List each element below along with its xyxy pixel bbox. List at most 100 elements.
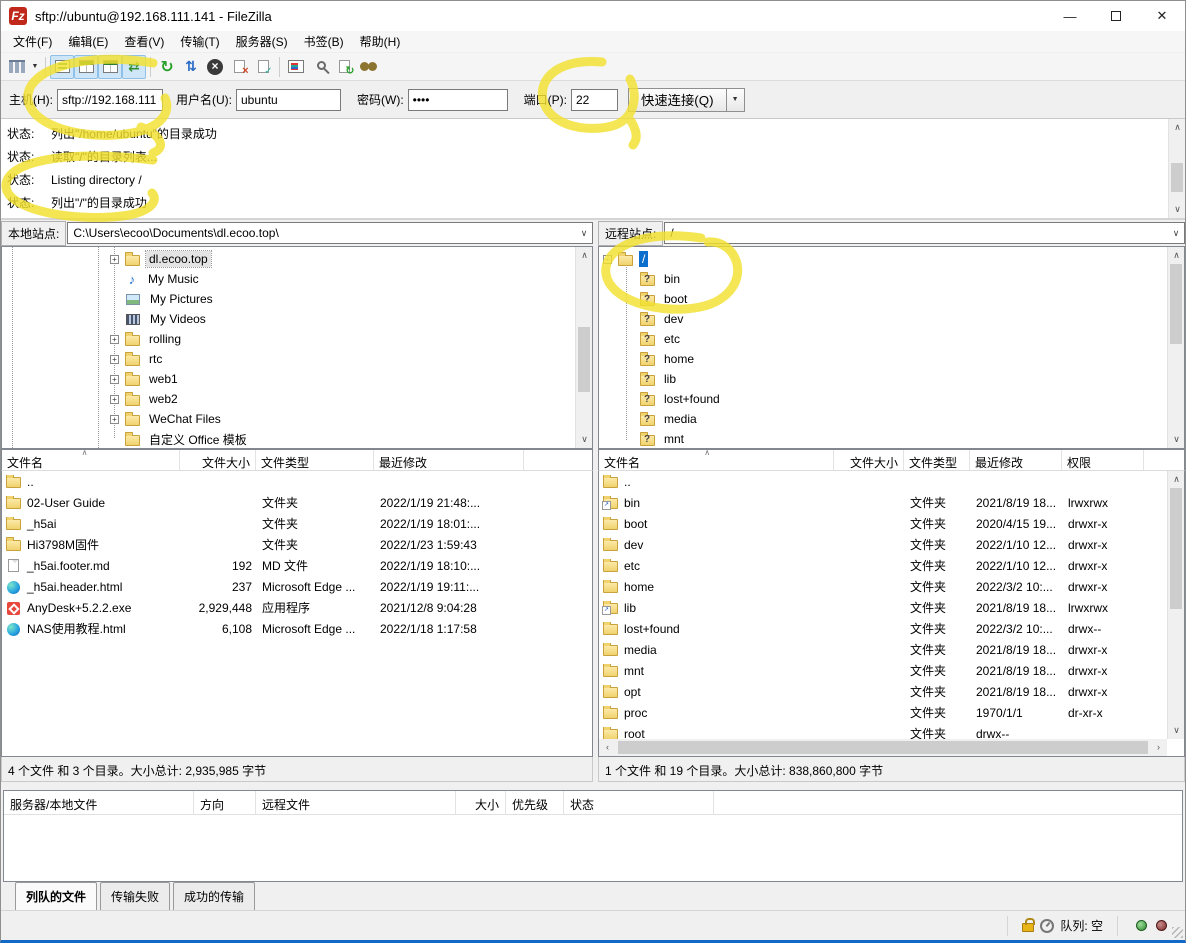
username-input[interactable]	[236, 89, 341, 111]
remote-list-hscrollbar[interactable]: ‹ ›	[599, 739, 1167, 756]
file-row[interactable]: bin文件夹2021/8/19 18...lrwxrwx	[599, 492, 1167, 513]
local-tree-item[interactable]: 自定义 Office 模板	[110, 429, 575, 449]
local-tree-item[interactable]: +rolling	[110, 329, 575, 349]
remote-tree-item[interactable]: home	[603, 349, 1167, 369]
port-input[interactable]	[571, 89, 618, 111]
file-row[interactable]: ..	[599, 471, 1167, 492]
menu-bookmarks[interactable]: 书签(B)	[296, 30, 352, 53]
local-tree-scrollbar[interactable]: ∧ ∨	[575, 247, 592, 448]
log-scrollbar[interactable]: ∧ ∨	[1168, 119, 1185, 218]
reconnect-button[interactable]	[251, 55, 275, 79]
local-tree-item[interactable]: +web1	[110, 369, 575, 389]
tab-successful-transfers[interactable]: 成功的传输	[173, 882, 255, 910]
file-row[interactable]: lib文件夹2021/8/19 18...lrwxrwx	[599, 597, 1167, 618]
local-site-combo[interactable]: C:\Users\ecoo\Documents\dl.ecoo.top\ ∨	[67, 222, 593, 244]
scroll-up-icon[interactable]: ∧	[576, 247, 593, 264]
file-row[interactable]: _h5ai.header.html237Microsoft Edge ...20…	[2, 576, 592, 597]
process-queue-button[interactable]	[179, 55, 203, 79]
column-header-name[interactable]: ∧文件名	[599, 450, 834, 470]
scrollbar-thumb[interactable]	[1171, 163, 1183, 193]
cancel-button[interactable]	[203, 55, 227, 79]
column-header-size[interactable]: 文件大小	[180, 450, 256, 470]
column-header-type[interactable]: 文件类型	[904, 450, 970, 470]
toggle-transfer-queue-button[interactable]	[122, 55, 146, 79]
menu-transfer[interactable]: 传输(T)	[172, 30, 227, 53]
host-input[interactable]	[57, 89, 163, 111]
scrollbar-thumb[interactable]	[1170, 488, 1182, 609]
site-manager-button[interactable]	[5, 55, 29, 79]
file-row[interactable]: root文件夹drwx--	[599, 723, 1167, 739]
minimize-button[interactable]: —	[1047, 1, 1093, 31]
expander-icon[interactable]: +	[110, 355, 119, 364]
queue-column-status[interactable]: 状态	[564, 791, 714, 814]
maximize-button[interactable]	[1093, 1, 1139, 31]
scroll-down-icon[interactable]: ∨	[1168, 431, 1185, 448]
expander-icon[interactable]: +	[110, 415, 119, 424]
menu-file[interactable]: 文件(F)	[5, 30, 60, 53]
remote-list-vscrollbar[interactable]: ∧ ∨	[1167, 471, 1184, 739]
scroll-down-icon[interactable]: ∨	[1169, 201, 1185, 218]
file-row[interactable]: NAS使用教程.html6,108Microsoft Edge ...2022/…	[2, 618, 592, 639]
queue-column-server-local[interactable]: 服务器/本地文件	[4, 791, 194, 814]
find-files-button[interactable]	[356, 55, 380, 79]
close-button[interactable]: ✕	[1139, 1, 1185, 31]
menu-server[interactable]: 服务器(S)	[228, 30, 296, 53]
queue-column-size[interactable]: 大小	[456, 791, 506, 814]
file-row[interactable]: home文件夹2022/3/2 10:...drwxr-x	[599, 576, 1167, 597]
speed-limit-icon[interactable]	[1040, 919, 1054, 933]
local-tree-item[interactable]: +dl.ecoo.top	[110, 249, 575, 269]
scroll-left-icon[interactable]: ‹	[599, 739, 616, 756]
expander-icon[interactable]: +	[110, 375, 119, 384]
expander-icon[interactable]: +	[110, 395, 119, 404]
remote-site-combo[interactable]: / ∨	[664, 222, 1185, 244]
toggle-remote-tree-button[interactable]	[98, 55, 122, 79]
toggle-message-log-button[interactable]	[50, 55, 74, 79]
file-row[interactable]: boot文件夹2020/4/15 19...drwxr-x	[599, 513, 1167, 534]
quickconnect-button[interactable]: 快速连接(Q)	[628, 88, 727, 112]
remote-tree-item[interactable]: boot	[603, 289, 1167, 309]
site-manager-dropdown[interactable]: ▼	[29, 63, 41, 70]
column-header-permissions[interactable]: 权限	[1062, 450, 1144, 470]
remote-tree-item[interactable]: etc	[603, 329, 1167, 349]
remote-tree-item[interactable]: lib	[603, 369, 1167, 389]
quickconnect-dropdown[interactable]: ▼	[727, 88, 745, 112]
file-row[interactable]: mnt文件夹2021/8/19 18...drwxr-x	[599, 660, 1167, 681]
file-row[interactable]: opt文件夹2021/8/19 18...drwxr-x	[599, 681, 1167, 702]
remote-tree-item[interactable]: -/	[603, 249, 1167, 269]
tab-failed-transfers[interactable]: 传输失败	[100, 882, 170, 910]
chevron-down-icon[interactable]: ∨	[576, 228, 592, 239]
file-row[interactable]: dev文件夹2022/1/10 12...drwxr-x	[599, 534, 1167, 555]
column-header-modified[interactable]: 最近修改	[970, 450, 1062, 470]
expander-icon[interactable]: -	[603, 255, 612, 264]
lock-icon[interactable]	[1022, 923, 1034, 932]
column-header-size[interactable]: 文件大小	[834, 450, 904, 470]
local-tree-item[interactable]: My Pictures	[110, 289, 575, 309]
scroll-right-icon[interactable]: ›	[1150, 739, 1167, 756]
file-row[interactable]: _h5ai文件夹2022/1/19 18:01:...	[2, 513, 592, 534]
queue-column-remote-file[interactable]: 远程文件	[256, 791, 456, 814]
local-tree-item[interactable]: My Videos	[110, 309, 575, 329]
scroll-up-icon[interactable]: ∧	[1168, 471, 1185, 488]
local-tree-item[interactable]: My Music	[110, 269, 575, 289]
local-tree-item[interactable]: +web2	[110, 389, 575, 409]
scroll-down-icon[interactable]: ∨	[1168, 722, 1185, 739]
file-row[interactable]: _h5ai.footer.md192MD 文件2022/1/19 18:10:.…	[2, 555, 592, 576]
remote-tree-item[interactable]: bin	[603, 269, 1167, 289]
expander-icon[interactable]: +	[110, 335, 119, 344]
resize-grip[interactable]	[1172, 927, 1183, 938]
toggle-local-tree-button[interactable]	[74, 55, 98, 79]
file-row[interactable]: lost+found文件夹2022/3/2 10:...drwx--	[599, 618, 1167, 639]
scrollbar-thumb[interactable]	[618, 741, 1148, 754]
scroll-up-icon[interactable]: ∧	[1168, 247, 1185, 264]
remote-tree-item[interactable]: lost+found	[603, 389, 1167, 409]
password-input[interactable]	[408, 89, 508, 111]
scrollbar-thumb[interactable]	[578, 327, 590, 391]
file-row[interactable]: Hi3798M固件文件夹2022/1/23 1:59:43	[2, 534, 592, 555]
file-row[interactable]: etc文件夹2022/1/10 12...drwxr-x	[599, 555, 1167, 576]
file-row[interactable]: media文件夹2021/8/19 18...drwxr-x	[599, 639, 1167, 660]
menu-edit[interactable]: 编辑(E)	[60, 30, 116, 53]
tab-queued-files[interactable]: 列队的文件	[15, 882, 97, 910]
synchronized-browsing-button[interactable]	[332, 55, 356, 79]
remote-tree-item[interactable]: dev	[603, 309, 1167, 329]
expander-icon[interactable]: +	[110, 255, 119, 264]
